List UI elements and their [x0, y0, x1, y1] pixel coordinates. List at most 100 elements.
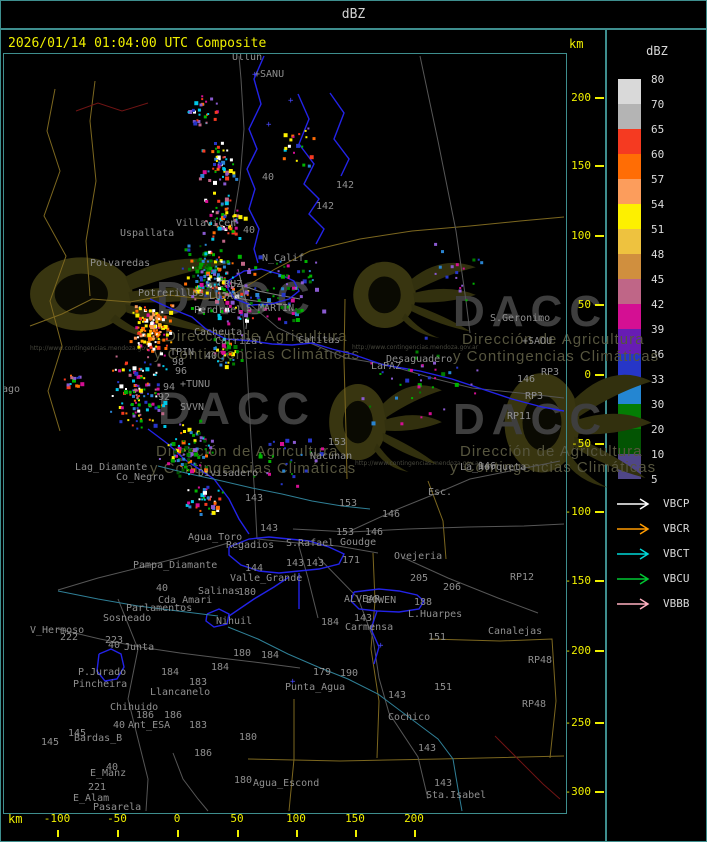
- radar-echo-pixel: [135, 394, 138, 397]
- radar-echo-pixel: [248, 268, 251, 271]
- radar-echo-pixel: [289, 460, 292, 463]
- radar-echo-pixel: [136, 397, 139, 400]
- radar-echo-pixel: [139, 419, 143, 423]
- radar-echo-pixel: [307, 164, 311, 168]
- radar-plot-area[interactable]: Ullun +SANU 142 142 40 Villavicen 40 Uspallata P…: [4, 54, 565, 812]
- radar-echo-pixel: [135, 420, 138, 423]
- radar-echo-pixel: [289, 138, 293, 142]
- radar-echo-pixel: [132, 407, 136, 411]
- dbz-scale-label: 20: [651, 423, 665, 436]
- map-label: RP3: [541, 367, 560, 378]
- radar-echo-pixel: [184, 463, 188, 466]
- radar-echo-pixel: [152, 347, 156, 351]
- radar-echo-pixel: [196, 119, 199, 122]
- radar-echo-pixel: [461, 284, 464, 287]
- radar-echo-pixel: [181, 267, 184, 270]
- radar-echo-pixel: [128, 373, 132, 377]
- radar-echo-pixel: [259, 452, 262, 455]
- radar-echo-pixel: [225, 272, 227, 275]
- radar-echo-pixel: [459, 287, 462, 289]
- radar-echo-pixel: [222, 167, 226, 171]
- radar-echo-pixel: [132, 311, 135, 314]
- vector-legend-row: VBCP: [615, 496, 703, 510]
- radar-echo-pixel: [238, 237, 242, 240]
- radar-echo-pixel: [219, 178, 222, 181]
- radar-echo-pixel: [218, 158, 221, 161]
- radar-echo-pixel: [287, 144, 291, 148]
- radar-echo-pixel: [269, 271, 272, 274]
- radar-echo-pixel: [80, 382, 85, 387]
- radar-echo-pixel: [145, 408, 149, 412]
- map-label: 184: [211, 662, 230, 673]
- radar-echo-pixel: [217, 316, 222, 321]
- radar-echo-pixel: [304, 260, 308, 263]
- vector-arrow-icon: [617, 548, 650, 560]
- radar-echo-pixel: [280, 442, 284, 446]
- radar-echo-pixel: [283, 265, 286, 268]
- radar-echo-pixel: [236, 221, 239, 224]
- radar-echo-pixel: [218, 267, 222, 271]
- radar-echo-pixel: [213, 163, 216, 166]
- radar-echo-pixel: [199, 103, 203, 107]
- map-line-gray: [57, 628, 301, 669]
- radar-echo-pixel: [277, 297, 280, 300]
- radar-echo-pixel: [157, 363, 161, 367]
- dbz-swatch: [618, 254, 641, 279]
- radar-echo-pixel: [203, 439, 207, 443]
- radar-echo-pixel: [201, 95, 204, 98]
- radar-echo-pixel: [165, 338, 168, 341]
- radar-echo-pixel: [198, 498, 201, 501]
- radar-echo-pixel: [215, 211, 219, 215]
- map-label: Valle_Grande: [230, 573, 303, 584]
- map-label: ago: [4, 384, 21, 395]
- radar-echo-pixel: [165, 368, 168, 371]
- radar-echo-pixel: [197, 456, 201, 459]
- vector-arrow-icon: [617, 498, 650, 510]
- radar-echo-pixel: [235, 177, 239, 181]
- radar-echo-pixel: [251, 317, 254, 320]
- radar-echo-pixel: [192, 274, 196, 278]
- dbz-scale-label: 42: [651, 298, 665, 311]
- radar-echo-pixel: [267, 298, 271, 303]
- radar-echo-pixel: [187, 461, 190, 464]
- radar-echo-pixel: [209, 446, 213, 450]
- radar-echo-pixel: [305, 136, 308, 139]
- map-label: Llancanelo: [150, 687, 211, 698]
- radar-echo-pixel: [121, 402, 124, 405]
- radar-echo-pixel: [241, 261, 245, 266]
- radar-echo-pixel: [361, 397, 365, 401]
- radar-echo-pixel: [184, 282, 188, 286]
- radar-echo-pixel: [189, 431, 193, 435]
- radar-echo-pixel: [441, 372, 446, 377]
- radar-echo-pixel: [117, 381, 120, 384]
- map-label: 221: [88, 782, 107, 793]
- radar-echo-pixel: [296, 143, 301, 148]
- radar-echo-pixel: [227, 322, 231, 326]
- radar-echo-pixel: [219, 249, 223, 253]
- radar-echo-pixel: [188, 473, 190, 476]
- vector-arrow-icon: [617, 598, 650, 610]
- radar-echo-pixel: [247, 317, 250, 320]
- radar-echo-pixel: [232, 171, 236, 175]
- radar-echo-pixel: [431, 386, 434, 389]
- radar-echo-pixel: [210, 439, 214, 443]
- radar-echo-pixel: [266, 289, 269, 292]
- radar-echo-pixel: [379, 373, 382, 375]
- radar-map-graphics: [29, 55, 565, 812]
- radar-echo-pixel: [186, 452, 191, 457]
- radar-echo-pixel: [162, 404, 166, 408]
- radar-echo-pixel: [225, 176, 230, 181]
- radar-echo-pixel: [225, 172, 229, 176]
- radar-echo-pixel: [138, 317, 142, 321]
- radar-echo-pixel: [212, 231, 216, 235]
- radar-echo-pixel: [309, 155, 314, 160]
- radar-echo-pixel: [211, 510, 216, 515]
- radar-echo-pixel: [286, 264, 290, 268]
- radar-echo-pixel: [428, 412, 432, 416]
- radar-echo-pixel: [213, 501, 217, 505]
- radar-echo-pixel: [115, 388, 119, 392]
- radar-echo-pixel: [157, 324, 161, 328]
- radar-echo-pixel: [115, 355, 118, 358]
- radar-echo-pixel: [182, 457, 186, 461]
- map-label: 179: [313, 667, 332, 678]
